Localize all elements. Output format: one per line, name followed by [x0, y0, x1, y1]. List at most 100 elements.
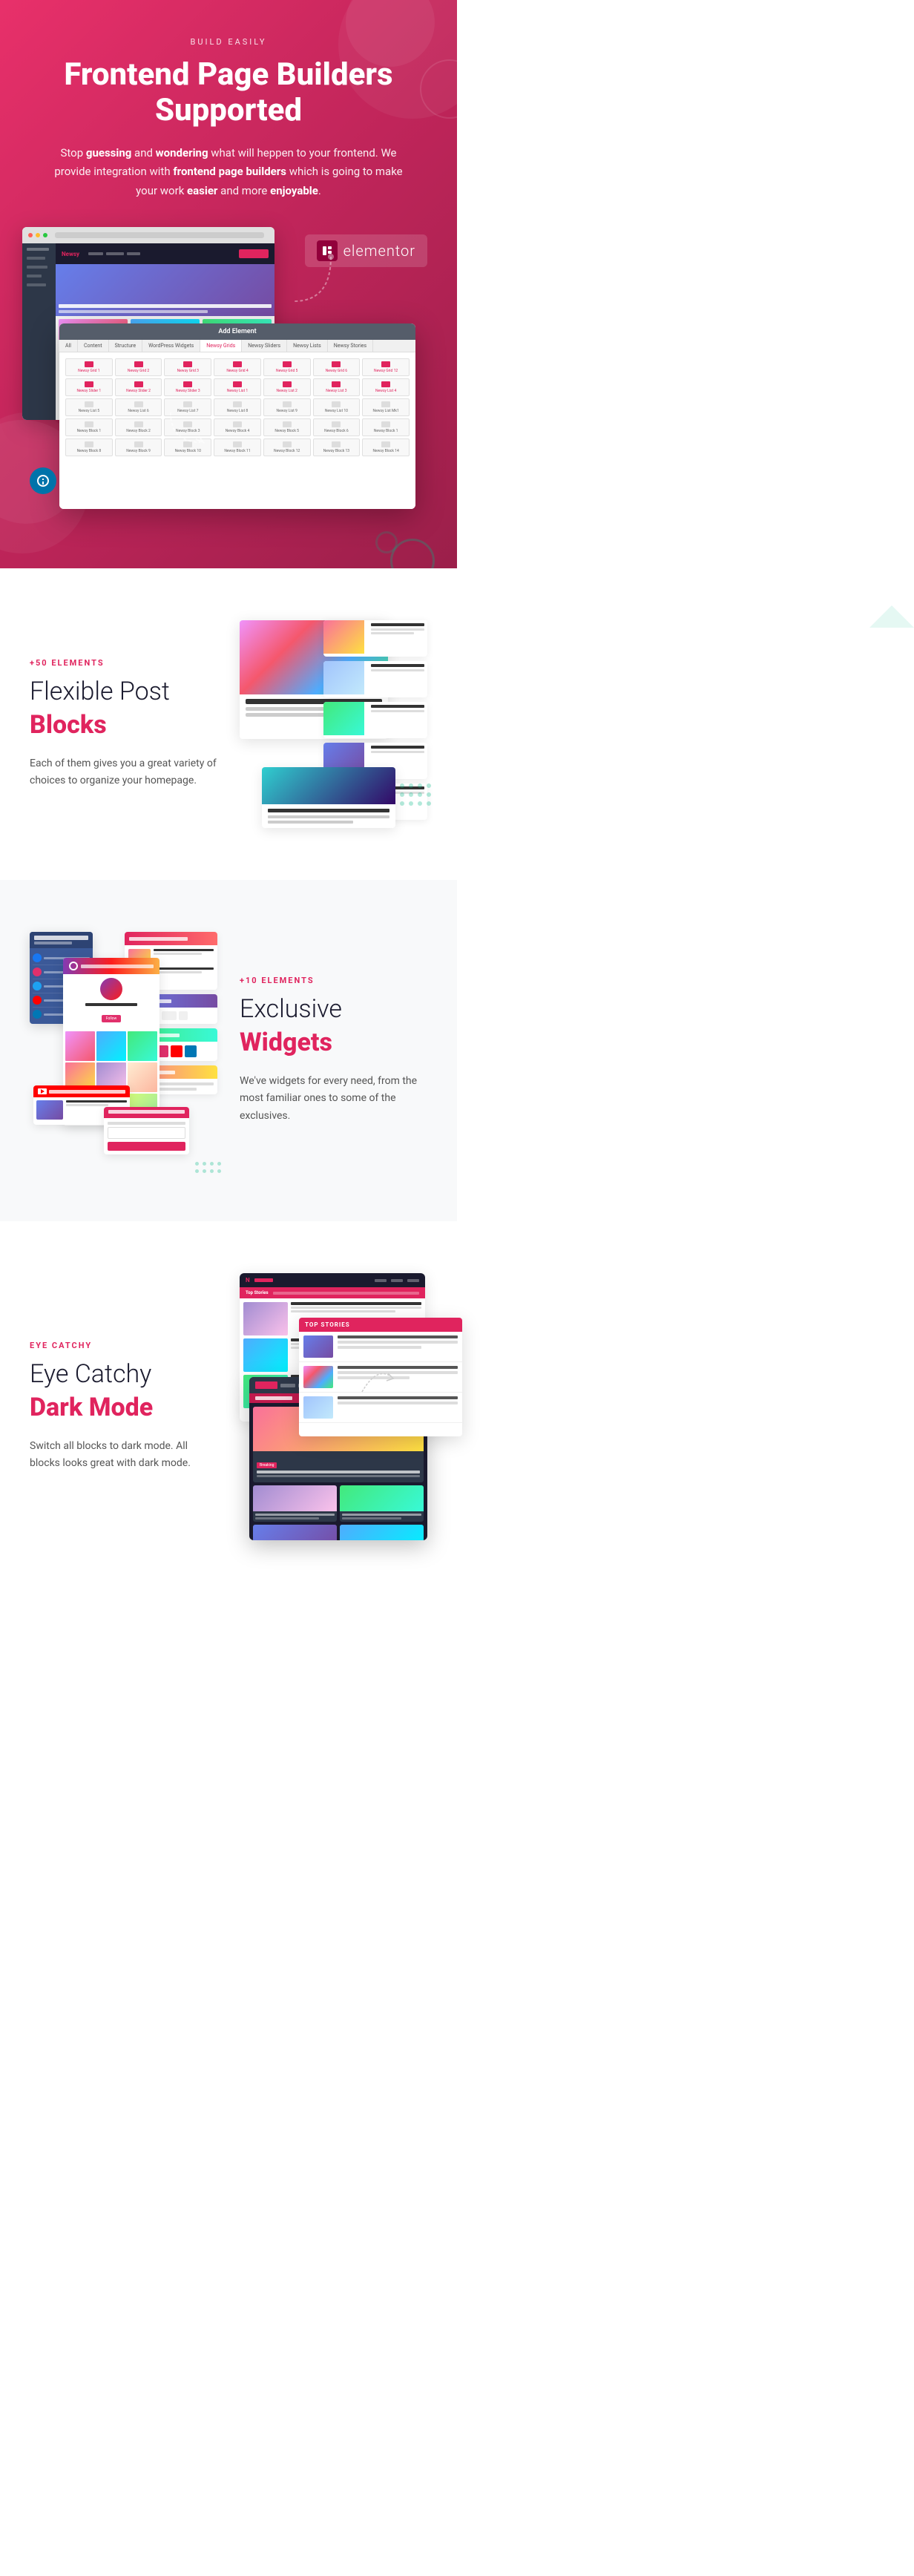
element-item[interactable]: Newsy List 8 [214, 398, 261, 416]
elementor-arrow [279, 249, 338, 312]
element-label: Newsy Grid 3 [166, 369, 209, 373]
widgets-title-light: Exclusive [240, 994, 427, 1025]
side-card-text [368, 620, 427, 654]
bottom-card-text [262, 804, 395, 828]
darkmode-text: EYE CATCHY Eye Catchy Dark Mode Switch a… [30, 1341, 217, 1473]
element-icon [381, 401, 390, 407]
element-item[interactable]: Newsy Block 6 [313, 418, 361, 436]
element-item[interactable]: Newsy Grid 1 [65, 358, 113, 376]
element-item[interactable]: Newsy List 10 [313, 398, 361, 416]
element-label: Newsy List 5 [68, 409, 111, 413]
dot [210, 1162, 214, 1166]
ts-text [338, 1335, 458, 1358]
element-item[interactable]: Newsy Grid 12 [362, 358, 410, 376]
hero-bold-easier: easier [187, 184, 217, 197]
element-item[interactable]: Newsy Block 2 [115, 418, 162, 436]
element-icon [134, 421, 143, 427]
widgets-eyebrow: +10 ELEMENTS [240, 976, 427, 985]
hero-headline [59, 304, 272, 308]
widgets-preview: Follow [30, 932, 217, 1169]
wpbakery-icon [30, 467, 56, 494]
dot [409, 783, 413, 788]
content-title [291, 1302, 421, 1305]
side-card-sub [371, 751, 424, 753]
newsletter-header [104, 1107, 189, 1118]
element-icon [381, 421, 390, 427]
element-item[interactable]: Newsy Block 8 [65, 438, 113, 456]
dark-card-img [253, 1525, 337, 1540]
element-label: Newsy List 9 [266, 409, 309, 413]
element-item[interactable]: Newsy Block 1 [65, 418, 113, 436]
element-item[interactable]: Newsy List 5 [65, 398, 113, 416]
element-item[interactable]: Newsy Block 14 [362, 438, 410, 456]
side-card [323, 661, 427, 697]
yt-icon-box [38, 1088, 47, 1094]
element-icon [233, 401, 242, 407]
element-item[interactable]: Newsy List 1 [214, 378, 261, 396]
element-icon [381, 381, 390, 387]
element-label: Newsy Grid 4 [216, 369, 259, 373]
tab-wp-widgets: WordPress Widgets [142, 340, 200, 352]
widgets-section: +10 ELEMENTS Exclusive Widgets We've wid… [0, 880, 457, 1221]
element-item[interactable]: Newsy List 2 [263, 378, 311, 396]
yt-title [49, 1090, 125, 1094]
dot [409, 801, 413, 806]
ts-text [338, 1366, 458, 1388]
element-label: Newsy List 2 [266, 389, 309, 393]
element-icon [283, 361, 292, 367]
yt-play [41, 1089, 45, 1094]
content-img [243, 1302, 288, 1335]
element-item[interactable]: Newsy Block 11 [214, 438, 261, 456]
tab-newsy-lists: Newsy Lists [287, 340, 328, 352]
element-label: Newsy Slider 1 [68, 389, 111, 393]
darkmode-description: Switch all blocks to dark mode. All bloc… [30, 1438, 217, 1473]
hero-text [59, 304, 272, 313]
dot [418, 783, 422, 788]
element-item[interactable]: Newsy Slider 3 [164, 378, 211, 396]
ts-img [303, 1335, 333, 1358]
element-item[interactable]: Newsy Block 5 [263, 418, 311, 436]
element-item[interactable]: Newsy Grid 2 [115, 358, 162, 376]
element-item[interactable]: Newsy List 6 [115, 398, 162, 416]
element-icon [332, 361, 341, 367]
element-item[interactable]: Newsy Block 12 [263, 438, 311, 456]
dot [203, 1162, 206, 1166]
newsletter-submit [108, 1142, 185, 1151]
dark-mode-section: EYE CATCHY Eye Catchy Dark Mode Switch a… [0, 1221, 457, 1592]
darkmode-preview: N Top Stories [240, 1273, 427, 1540]
hero-eyebrow: BUILD EASILY [22, 37, 435, 47]
element-item[interactable]: Newsy Slider 1 [65, 378, 113, 396]
element-item[interactable]: Newsy Block 9 [115, 438, 162, 456]
stories-line [273, 1292, 419, 1295]
tag [162, 1011, 177, 1020]
element-item[interactable]: Newsy Grid 6 [313, 358, 361, 376]
hero-bold-guessing: guessing [86, 146, 131, 160]
darkmode-title-light: Eye Catchy [30, 1359, 217, 1390]
element-label: Newsy Block 6 [315, 429, 358, 433]
element-item[interactable]: Newsy Grid 3 [164, 358, 211, 376]
element-item[interactable]: Newsy Block 4 [214, 418, 261, 436]
element-label: Newsy List 8 [216, 409, 259, 413]
element-item[interactable]: Newsy Grid 4 [214, 358, 261, 376]
insta-title [81, 965, 154, 968]
bottom-card-sub2 [268, 821, 353, 824]
yt-video-sub [66, 1104, 108, 1106]
element-item[interactable]: Newsy List 4 [362, 378, 410, 396]
dark-cards-row-2 [253, 1525, 424, 1540]
insta-photo [96, 1031, 126, 1061]
element-item[interactable]: Newsy List 3 [313, 378, 361, 396]
element-item[interactable]: Newsy Block 13 [313, 438, 361, 456]
element-item[interactable]: Newsy List 9 [263, 398, 311, 416]
yt-header [33, 1085, 130, 1097]
blocks-preview [240, 620, 427, 828]
deco-triangle [869, 605, 914, 628]
dark-card-img [253, 1485, 337, 1511]
element-item[interactable]: Newsy List Mk1 [362, 398, 410, 416]
hero-sub [59, 310, 208, 313]
side-card-text [368, 661, 427, 694]
elements-grid: Newsy Grid 1 Newsy Grid 2 Newsy Grid 3 N… [59, 352, 415, 462]
element-item[interactable]: Newsy Block 1 [362, 418, 410, 436]
element-icon [134, 361, 143, 367]
element-item[interactable]: Newsy Slider 2 [115, 378, 162, 396]
element-item[interactable]: Newsy Grid 5 [263, 358, 311, 376]
